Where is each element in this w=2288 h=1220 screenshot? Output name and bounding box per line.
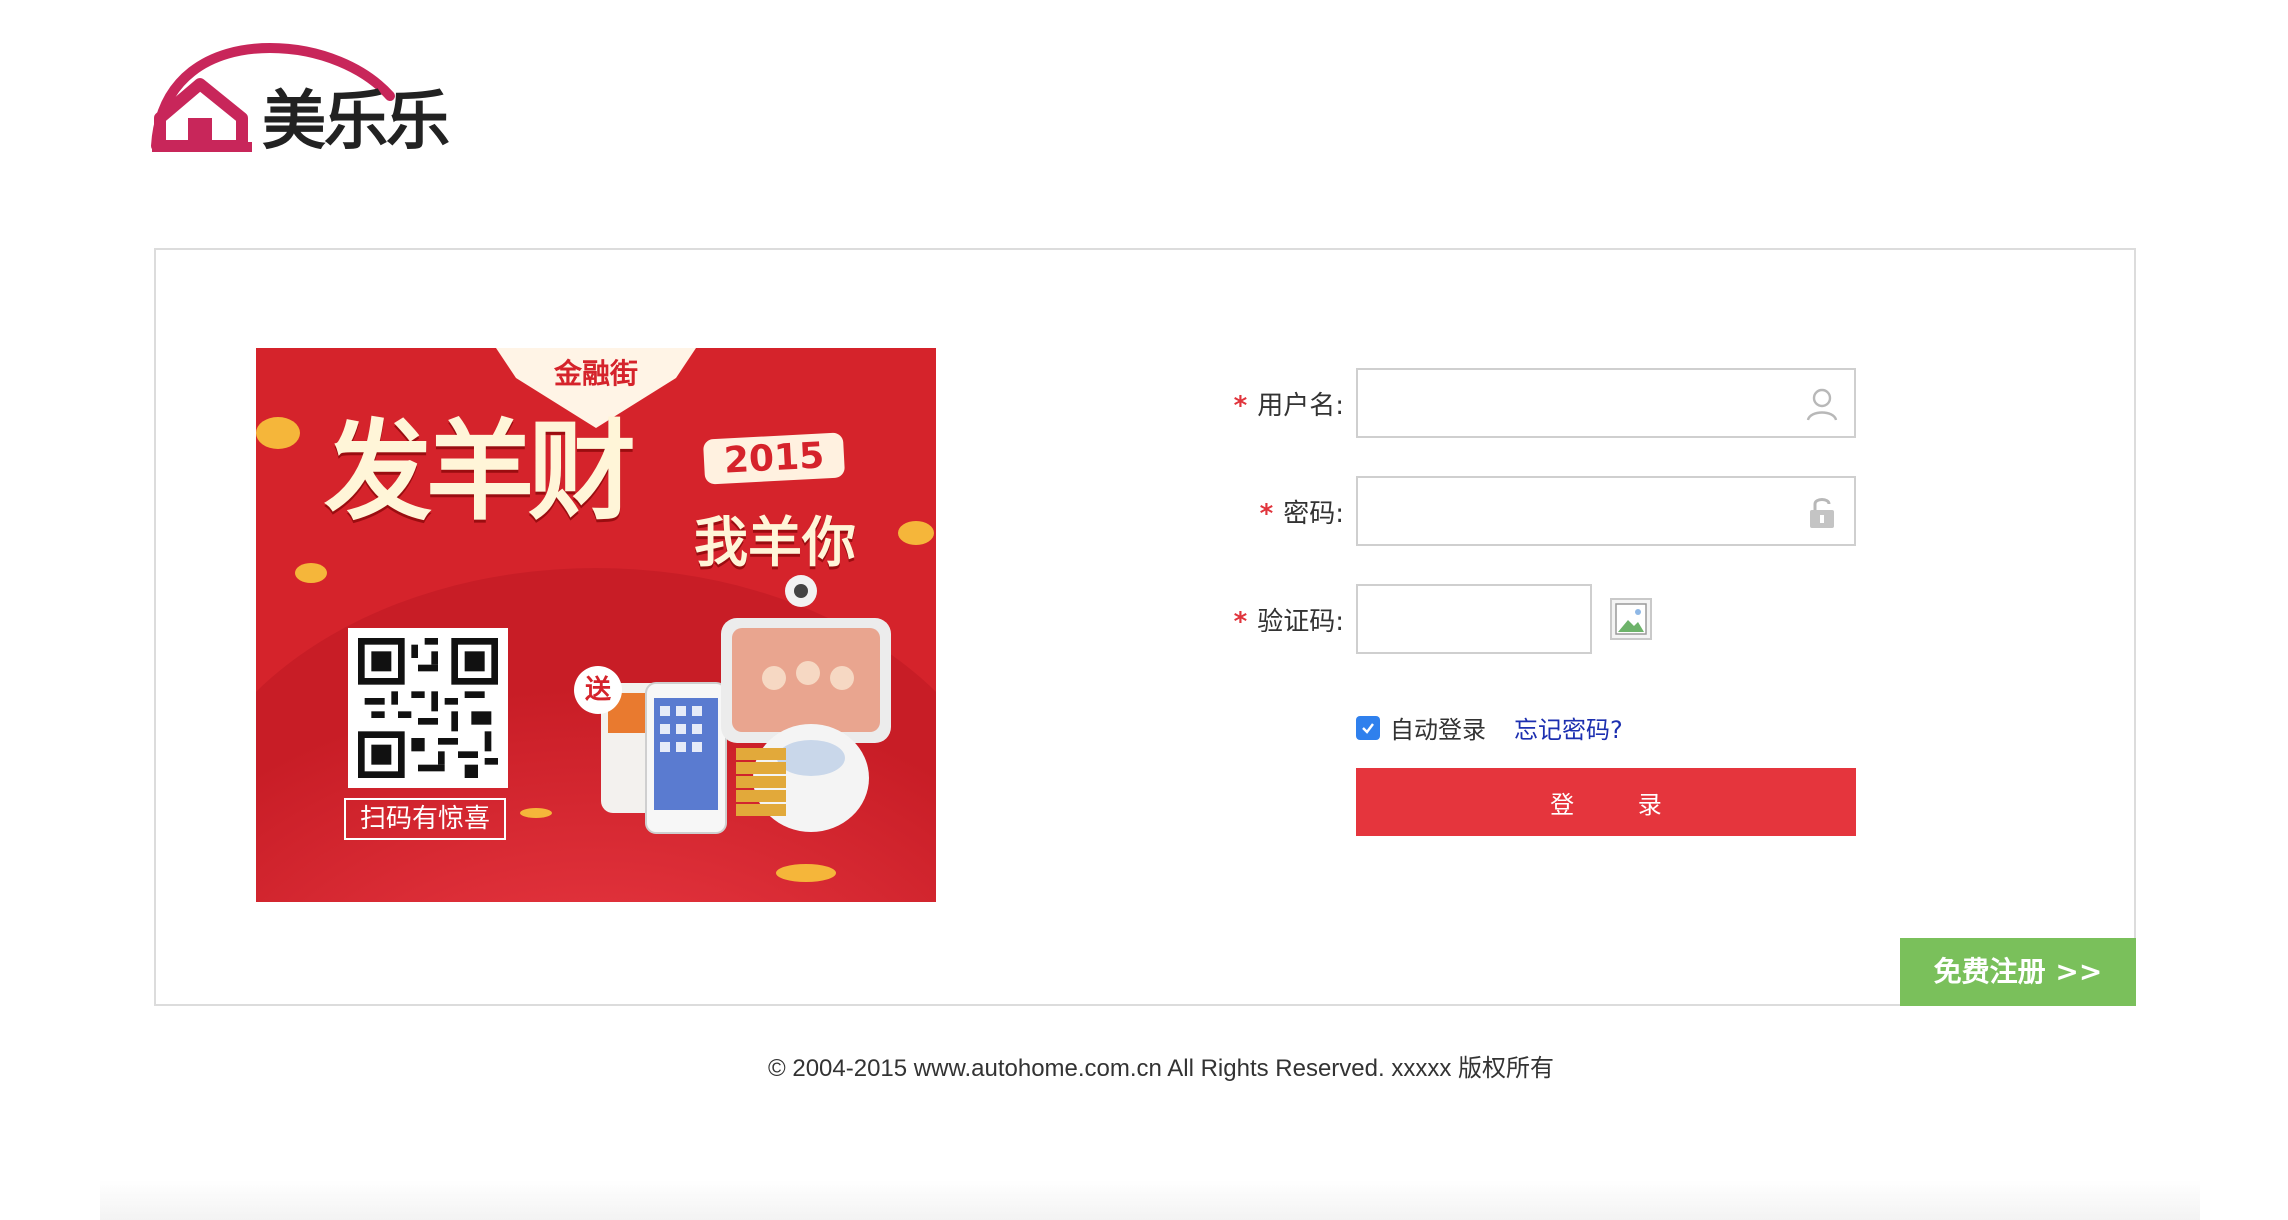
copyright-text: © 2004-2015 www.autohome.com.cn All Righ… — [768, 1055, 1554, 1082]
username-input[interactable] — [1358, 370, 1854, 436]
username-label: * 用户名: — [1156, 385, 1356, 422]
remember-row: 自动登录 忘记密码? — [1356, 710, 1623, 745]
password-row: * 密码: — [1156, 476, 1856, 546]
password-label: * 密码: — [1156, 493, 1356, 530]
login-button[interactable]: 登 录 — [1356, 768, 1856, 836]
username-label-text: 用户名: — [1257, 390, 1344, 421]
required-mark: * — [1233, 390, 1248, 421]
bottom-shade — [100, 1180, 2200, 1220]
login-panel: 金融街 发羊财 2015 我羊你 扫码有惊喜 送 * 用户名: * 密码: * … — [154, 248, 2136, 1006]
password-input[interactable] — [1358, 478, 1854, 544]
login-page: 美乐乐 金融街 发羊财 2015 我羊你 扫码有惊喜 送 * 用户名: * 密码… — [0, 0, 2288, 1220]
qr-code — [348, 628, 508, 788]
banner-top-label: 金融街 — [553, 357, 638, 390]
username-field[interactable] — [1356, 368, 1856, 438]
captcha-input[interactable] — [1358, 586, 1590, 652]
banner-year: 2015 — [702, 432, 846, 485]
captcha-label: * 验证码: — [1156, 601, 1356, 638]
register-button[interactable]: 免费注册 >> — [1900, 938, 2136, 1006]
banner-headline: 发羊财 — [324, 409, 636, 535]
qr-code-icon — [358, 638, 498, 778]
username-row: * 用户名: — [1156, 368, 1856, 438]
required-mark: * — [1259, 498, 1274, 529]
password-label-text: 密码: — [1283, 498, 1344, 529]
footer: © 2004-2015 www.autohome.com.cn All Righ… — [0, 1048, 2288, 1083]
broken-image-icon — [1615, 603, 1647, 635]
captcha-field[interactable] — [1356, 584, 1592, 654]
required-mark: * — [1233, 606, 1248, 637]
auto-login-label[interactable]: 自动登录 — [1390, 710, 1486, 745]
forgot-password-link[interactable]: 忘记密码? — [1514, 710, 1623, 745]
captcha-row: * 验证码: — [1156, 584, 1652, 654]
captcha-image[interactable] — [1610, 598, 1652, 640]
checkmark-icon — [1362, 722, 1374, 734]
send-badge: 送 — [574, 666, 622, 714]
lock-icon — [1810, 498, 1834, 528]
password-field[interactable] — [1356, 476, 1856, 546]
user-icon — [1806, 388, 1838, 421]
banner-subheadline: 我羊你 — [694, 510, 856, 574]
logo-text: 美乐乐 — [262, 84, 450, 159]
qr-caption: 扫码有惊喜 — [344, 798, 506, 840]
promo-banner[interactable]: 金融街 发羊财 2015 我羊你 扫码有惊喜 送 — [256, 348, 936, 902]
captcha-label-text: 验证码: — [1257, 606, 1344, 637]
site-logo[interactable]: 美乐乐 — [150, 38, 460, 158]
auto-login-checkbox[interactable] — [1356, 715, 1380, 740]
